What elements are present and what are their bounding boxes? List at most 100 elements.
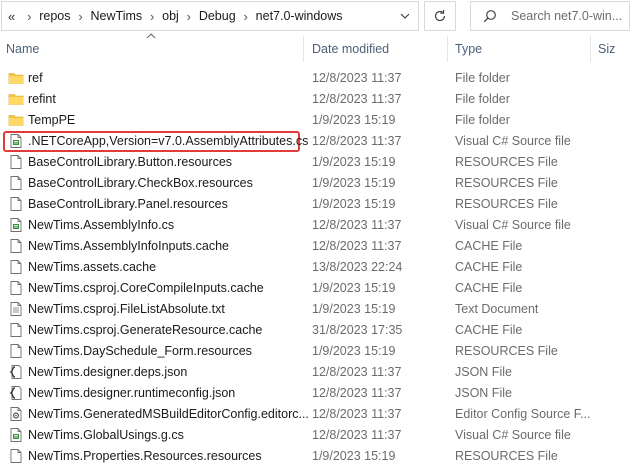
- file-row[interactable]: NewTims.AssemblyInfo.cs 12/8/2023 11:37 Vi…: [0, 215, 630, 236]
- address-bar[interactable]: « › repos › NewTims › obj › Debug › net7…: [1, 1, 419, 31]
- chevron-right-icon[interactable]: ›: [142, 9, 162, 24]
- file-name[interactable]: BaseControlLibrary.Button.resources: [28, 155, 232, 169]
- file-type: RESOURCES File: [455, 176, 558, 190]
- breadcrumb-item-debug[interactable]: Debug: [199, 9, 236, 23]
- file-type: CACHE File: [455, 260, 523, 274]
- file-name[interactable]: BaseControlLibrary.CheckBox.resources: [28, 176, 253, 190]
- breadcrumb-item-repos[interactable]: repos: [39, 9, 70, 23]
- file-row[interactable]: NewTims.DaySchedule_Form.resources 1/9/20…: [0, 341, 630, 362]
- file-name[interactable]: .NETCoreApp,Version=v7.0.AssemblyAttribu…: [28, 134, 308, 148]
- file-type: JSON File: [455, 365, 512, 379]
- file-type: CACHE File: [455, 323, 523, 337]
- folder-icon: [8, 112, 24, 128]
- search-placeholder: Search net7.0-win...: [511, 9, 623, 23]
- column-header-type[interactable]: Type: [455, 42, 482, 56]
- file-name[interactable]: NewTims.GlobalUsings.g.cs: [28, 428, 184, 442]
- breadcrumb: « › repos › NewTims › obj › Debug › net7…: [2, 2, 343, 30]
- folder-icon: [8, 91, 24, 107]
- file-date: 1/9/2023 15:19: [312, 176, 396, 190]
- file-row[interactable]: NewTims.designer.deps.json 12/8/2023 11:3…: [0, 362, 630, 383]
- file-name[interactable]: NewTims.AssemblyInfo.cs: [28, 218, 174, 232]
- file-row[interactable]: ref 12/8/2023 11:37 File folder: [0, 68, 630, 89]
- file-type: CACHE File: [455, 239, 523, 253]
- file-row[interactable]: BaseControlLibrary.Button.resources 1/9/2…: [0, 152, 630, 173]
- folder-icon: [8, 70, 24, 86]
- file-date: 1/9/2023 15:19: [312, 449, 396, 463]
- file-icon: [8, 196, 24, 212]
- chevron-right-icon[interactable]: ›: [71, 9, 91, 24]
- file-icon: [8, 238, 24, 254]
- file-type: RESOURCES File: [455, 449, 558, 463]
- file-row[interactable]: NewTims.Properties.Resources.resources 1/…: [0, 446, 630, 467]
- file-date: 1/9/2023 15:19: [312, 302, 396, 316]
- file-row[interactable]: BaseControlLibrary.Panel.resources 1/9/20…: [0, 194, 630, 215]
- file-icon: [8, 259, 24, 275]
- file-icon: [8, 154, 24, 170]
- breadcrumb-item-net7[interactable]: net7.0-windows: [256, 9, 343, 23]
- file-date: 12/8/2023 11:37: [312, 407, 402, 421]
- file-row[interactable]: NewTims.assets.cache 13/8/2023 22:24 CACHE…: [0, 257, 630, 278]
- file-row[interactable]: BaseControlLibrary.CheckBox.resources 1/9…: [0, 173, 630, 194]
- file-name[interactable]: ref: [28, 71, 43, 85]
- search-box[interactable]: Search net7.0-win...: [470, 1, 630, 31]
- column-divider[interactable]: [590, 36, 591, 62]
- file-row[interactable]: NewTims.AssemblyInfoInputs.cache 12/8/202…: [0, 236, 630, 257]
- file-row[interactable]: NewTims.csproj.GenerateResource.cache 31/…: [0, 320, 630, 341]
- file-date: 12/8/2023 11:37: [312, 386, 402, 400]
- column-divider[interactable]: [303, 36, 304, 62]
- file-row[interactable]: NewTims.designer.runtimeconfig.json 12/8/…: [0, 383, 630, 404]
- file-type: File folder: [455, 71, 510, 85]
- file-row[interactable]: refint 12/8/2023 11:37 File folder: [0, 89, 630, 110]
- column-header-name[interactable]: Name: [6, 42, 39, 56]
- file-row[interactable]: NewTims.csproj.CoreCompileInputs.cache 1/…: [0, 278, 630, 299]
- column-header-row: Name Date modified Type Siz: [0, 33, 630, 62]
- search-icon: [483, 10, 496, 23]
- text-file-icon: [8, 301, 24, 317]
- file-row[interactable]: NewTims.GeneratedMSBuildEditorConfig.edi…: [0, 404, 630, 425]
- file-name[interactable]: BaseControlLibrary.Panel.resources: [28, 197, 228, 211]
- file-date: 12/8/2023 11:37: [312, 71, 402, 85]
- overflow-chevron-icon[interactable]: «: [8, 9, 15, 24]
- file-name[interactable]: TempPE: [28, 113, 75, 127]
- file-type: JSON File: [455, 386, 512, 400]
- address-bar-area: « › repos › NewTims › obj › Debug › net7…: [0, 0, 630, 34]
- config-file-icon: [8, 406, 24, 422]
- csharp-file-icon: [8, 427, 24, 443]
- file-name[interactable]: NewTims.assets.cache: [28, 260, 156, 274]
- chevron-right-icon[interactable]: ›: [236, 9, 256, 24]
- json-file-icon: [8, 385, 24, 401]
- file-name[interactable]: NewTims.designer.runtimeconfig.json: [28, 386, 235, 400]
- breadcrumb-item-obj[interactable]: obj: [162, 9, 179, 23]
- file-row[interactable]: NewTims.csproj.FileListAbsolute.txt 1/9/2…: [0, 299, 630, 320]
- file-name[interactable]: NewTims.csproj.CoreCompileInputs.cache: [28, 281, 264, 295]
- refresh-button[interactable]: [424, 1, 456, 31]
- column-header-date[interactable]: Date modified: [312, 42, 389, 56]
- address-dropdown-button[interactable]: [392, 3, 418, 29]
- chevron-right-icon[interactable]: ›: [179, 9, 199, 24]
- file-name[interactable]: NewTims.DaySchedule_Form.resources: [28, 344, 252, 358]
- file-row[interactable]: .NETCoreApp,Version=v7.0.AssemblyAttribu…: [0, 131, 630, 152]
- file-date: 12/8/2023 11:37: [312, 218, 402, 232]
- file-name[interactable]: refint: [28, 92, 56, 106]
- column-header-size[interactable]: Siz: [598, 42, 615, 56]
- file-icon: [8, 175, 24, 191]
- column-divider[interactable]: [447, 36, 448, 62]
- file-name[interactable]: NewTims.csproj.GenerateResource.cache: [28, 323, 262, 337]
- file-row[interactable]: TempPE 1/9/2023 15:19 File folder: [0, 110, 630, 131]
- file-name[interactable]: NewTims.Properties.Resources.resources: [28, 449, 262, 463]
- json-file-icon: [8, 364, 24, 380]
- file-date: 13/8/2023 22:24: [312, 260, 403, 274]
- file-date: 31/8/2023 17:35: [312, 323, 403, 337]
- breadcrumb-item-newtims[interactable]: NewTims: [91, 9, 143, 23]
- file-name[interactable]: NewTims.designer.deps.json: [28, 365, 187, 379]
- file-row[interactable]: NewTims.GlobalUsings.g.cs 12/8/2023 11:37…: [0, 425, 630, 446]
- file-name[interactable]: NewTims.csproj.FileListAbsolute.txt: [28, 302, 225, 316]
- file-name[interactable]: NewTims.AssemblyInfoInputs.cache: [28, 239, 229, 253]
- vertical-scrollbar[interactable]: [626, 36, 630, 468]
- file-icon: [8, 343, 24, 359]
- file-icon: [8, 322, 24, 338]
- file-date: 1/9/2023 15:19: [312, 197, 396, 211]
- file-name[interactable]: NewTims.GeneratedMSBuildEditorConfig.edi…: [28, 407, 309, 421]
- file-type: Visual C# Source file: [455, 134, 571, 148]
- file-type: Editor Config Source F...: [455, 407, 591, 421]
